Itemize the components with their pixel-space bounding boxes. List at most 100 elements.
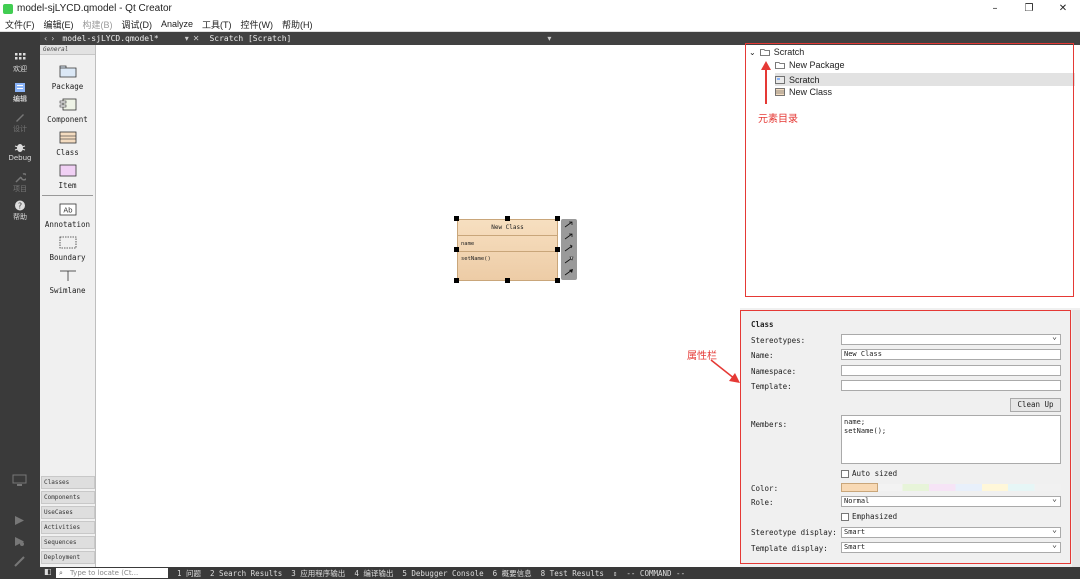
run-icon[interactable] <box>14 515 25 526</box>
mode-debug[interactable]: Debug <box>0 142 40 162</box>
tool-annotation[interactable]: Ab Annotation <box>40 203 95 229</box>
close-button[interactable]: ✕ <box>1046 0 1080 17</box>
resize-handle[interactable] <box>555 247 560 252</box>
output-search-results[interactable]: 2 Search Results <box>210 569 282 578</box>
menu-help[interactable]: 帮助(H) <box>282 18 313 31</box>
menu-analyze[interactable]: Analyze <box>161 19 193 29</box>
checkbox-box[interactable] <box>841 469 849 478</box>
output-issues[interactable]: 1 问题 <box>177 568 201 579</box>
mode-help[interactable]: ? 帮助 <box>0 200 40 222</box>
open-document-name[interactable]: model-sjLYCD.qmodel* <box>62 34 158 43</box>
tool-class[interactable]: Class <box>40 131 95 157</box>
menu-edit[interactable]: 编辑(E) <box>44 18 74 31</box>
role-label: Role: <box>751 498 774 507</box>
checkbox-box[interactable] <box>841 512 849 521</box>
tool-package[interactable]: Package <box>40 65 95 91</box>
mode-help-label: 帮助 <box>13 213 27 221</box>
tool-item[interactable]: Item <box>40 164 95 190</box>
build-icon[interactable] <box>14 556 25 567</box>
tool-package-label: Package <box>51 82 84 91</box>
minimize-button[interactable]: – <box>978 0 1012 17</box>
tool-swimlane[interactable]: Swimlane <box>40 269 95 295</box>
role-combo[interactable]: Normal <box>841 494 1061 507</box>
window-controls: – ❐ ✕ <box>978 0 1080 17</box>
class-icon <box>59 131 76 144</box>
mode-welcome[interactable]: 欢迎 <box>0 52 40 74</box>
debug-run-icon[interactable] <box>14 536 25 547</box>
cleanup-button[interactable]: Clean Up <box>1010 398 1061 412</box>
tool-component[interactable]: Component <box>40 98 95 124</box>
package-icon <box>59 65 76 78</box>
mode-projects[interactable]: 项目 <box>0 172 40 194</box>
resize-handle[interactable] <box>454 247 459 252</box>
menu-bar: 文件(F) 编辑(E) 构建(B) 调试(D) Analyze 工具(T) 控件… <box>0 17 1080 32</box>
mode-sidebar: 欢迎 编辑 设计 Debug 项目 ? 帮助 <box>0 32 40 567</box>
diagram-breadcrumb[interactable]: Scratch [Scratch] <box>209 34 291 43</box>
template-label: Template: <box>751 382 792 391</box>
namespace-field[interactable] <box>841 365 1061 376</box>
auto-sized-checkbox[interactable]: Auto sized <box>841 469 897 478</box>
output-test-results[interactable]: 8 Test Results <box>541 569 604 578</box>
grid-icon <box>15 53 26 60</box>
locator-input[interactable]: ⌕ Type to locate (Ct... <box>56 568 168 578</box>
resize-handle[interactable] <box>505 216 510 221</box>
stereotype-display-combo[interactable]: Smart <box>841 525 1061 538</box>
emphasized-checkbox[interactable]: Emphasized <box>841 512 897 521</box>
template-display-combo[interactable]: Smart <box>841 540 1061 553</box>
mode-debug-label: Debug <box>8 154 32 162</box>
stereotypes-combo[interactable] <box>841 332 1061 345</box>
title-bar: model-sjLYCD.qmodel - Qt Creator – ❐ ✕ <box>0 0 1080 17</box>
nav-forward-icon[interactable]: › <box>51 34 54 43</box>
help-icon: ? <box>15 200 25 211</box>
red-arrow-icon <box>761 61 771 104</box>
output-general-messages[interactable]: 6 概要信息 <box>493 568 532 579</box>
output-debugger-console[interactable]: 5 Debugger Console <box>402 569 483 578</box>
document-dropdown-icon[interactable]: ▾ <box>185 34 189 43</box>
template-field[interactable] <box>841 380 1061 391</box>
restore-button[interactable]: ❐ <box>1012 0 1046 17</box>
category-activities[interactable]: Activities <box>41 521 95 534</box>
locator-placeholder: Type to locate (Ct... <box>70 569 139 577</box>
diagram-dropdown-icon[interactable]: ▾ <box>547 34 551 43</box>
relation-tools-icon[interactable] <box>561 219 577 280</box>
red-arrow-icon <box>710 359 740 383</box>
menu-tools[interactable]: 工具(T) <box>202 18 232 31</box>
category-classes[interactable]: Classes <box>41 476 95 489</box>
tool-boundary[interactable]: Boundary <box>40 236 95 262</box>
resize-handle[interactable] <box>505 278 510 283</box>
output-compile[interactable]: 4 编译输出 <box>354 568 393 579</box>
props-scrollbar[interactable] <box>1072 310 1080 567</box>
palette-divider <box>42 195 93 196</box>
output-application[interactable]: 3 应用程序输出 <box>291 568 345 579</box>
menu-debug[interactable]: 调试(D) <box>122 18 153 31</box>
edit-icon <box>15 83 25 92</box>
relation-toolbar <box>561 219 577 280</box>
resize-handle[interactable] <box>555 216 560 221</box>
class-element[interactable]: New Class name setName() <box>457 219 558 281</box>
tool-swimlane-label: Swimlane <box>49 286 86 295</box>
monitor-icon[interactable] <box>12 474 27 487</box>
tool-item-label: Item <box>58 181 77 190</box>
svg-text:Ab: Ab <box>63 207 73 215</box>
selected-color-swatch[interactable] <box>841 483 878 492</box>
resize-handle[interactable] <box>454 216 459 221</box>
category-sequences[interactable]: Sequences <box>41 536 95 549</box>
resize-handle[interactable] <box>555 278 560 283</box>
nav-back-icon[interactable]: ‹ <box>44 34 47 43</box>
menu-file[interactable]: 文件(F) <box>5 18 35 31</box>
members-editor[interactable]: name; setName(); <box>841 415 1061 464</box>
category-deployment[interactable]: Deployment <box>41 551 95 564</box>
menu-widgets[interactable]: 控件(W) <box>241 18 274 31</box>
sidebar-toggle-icon[interactable]: ◧ <box>44 567 52 576</box>
resize-handle[interactable] <box>454 278 459 283</box>
member-line: name; <box>844 418 866 426</box>
menu-build[interactable]: 构建(B) <box>83 18 113 31</box>
output-pane-toggle-icon[interactable]: ⇕ <box>613 569 618 578</box>
diagram-canvas[interactable] <box>97 45 740 567</box>
category-components[interactable]: Components <box>41 491 95 504</box>
mode-edit[interactable]: 编辑 <box>0 82 40 104</box>
mode-design[interactable]: 设计 <box>0 112 40 134</box>
name-field[interactable]: New Class <box>841 349 1061 360</box>
close-document-icon[interactable]: ✕ <box>193 34 200 43</box>
category-usecases[interactable]: UseCases <box>41 506 95 519</box>
